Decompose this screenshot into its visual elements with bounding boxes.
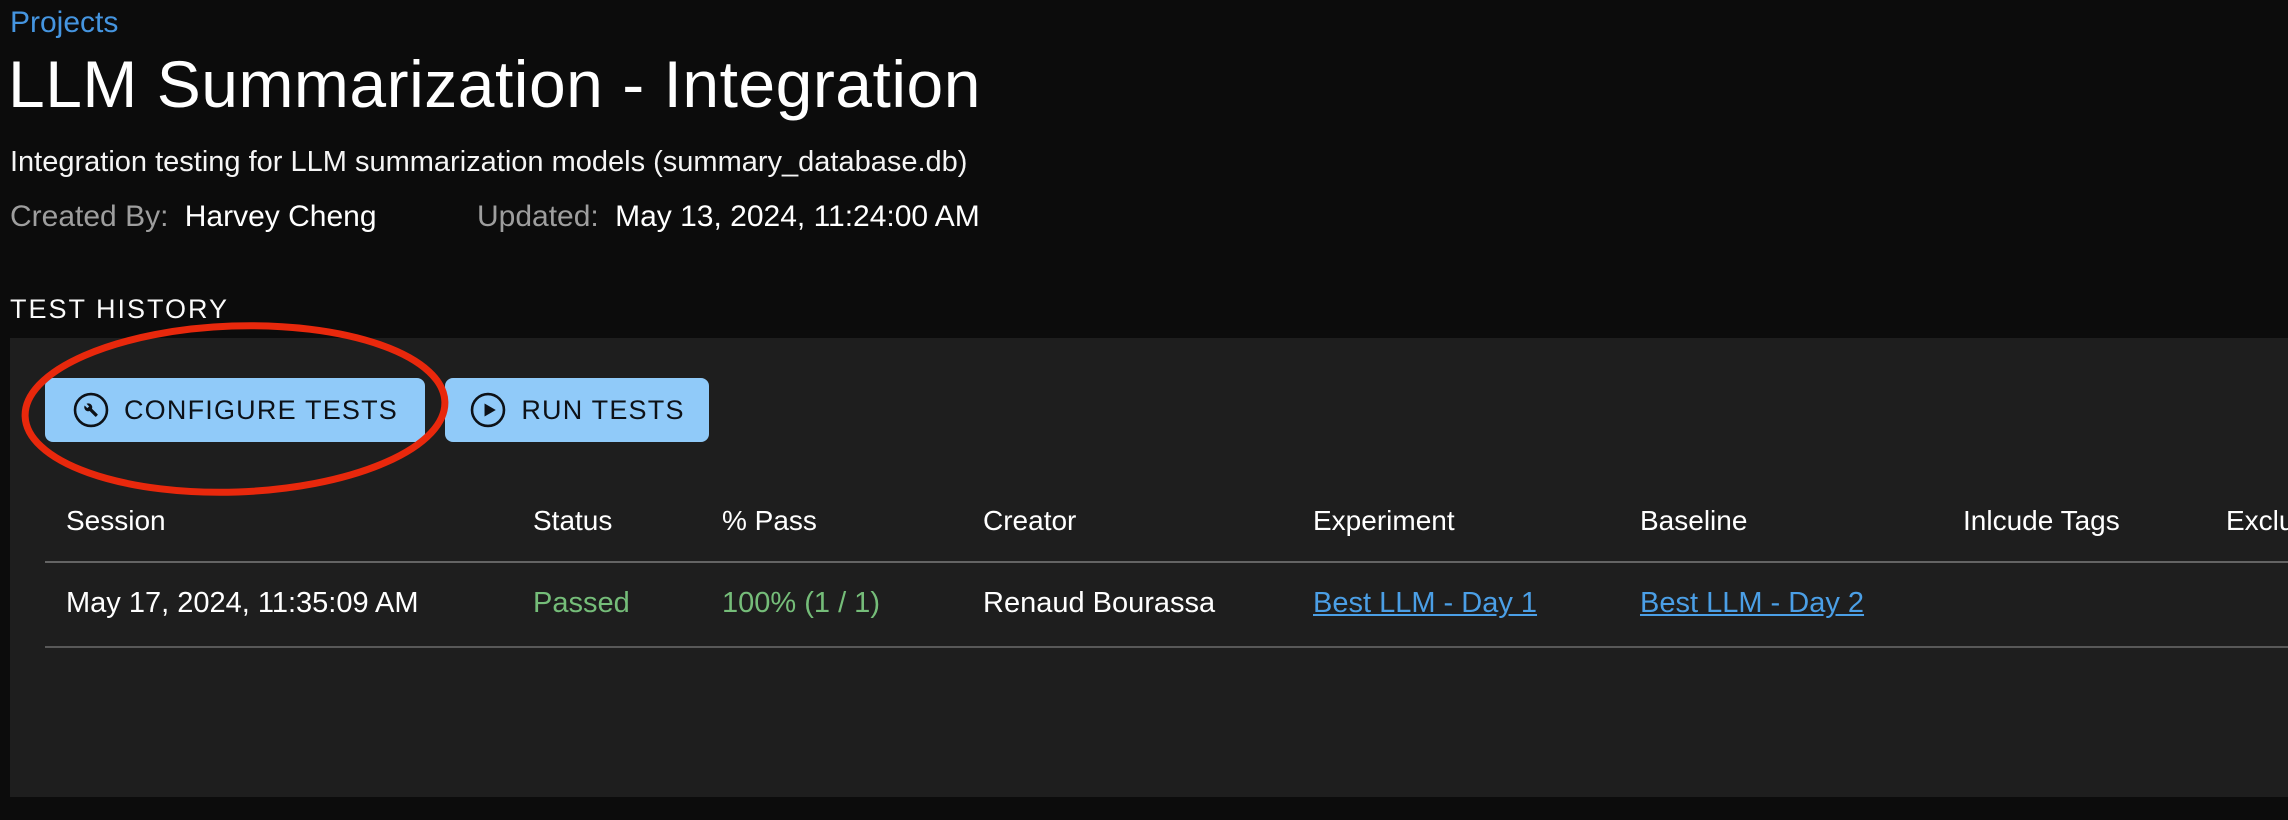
baseline-link[interactable]: Best LLM - Day 2: [1640, 587, 1864, 620]
table-header-row: Session Status % Pass Creator Experiment…: [0, 505, 2288, 545]
col-header-baseline: Baseline: [1640, 505, 1747, 537]
col-header-include-tags: Inlcude Tags: [1963, 505, 2120, 537]
updated-label: Updated:: [477, 200, 599, 233]
cell-session: May 17, 2024, 11:35:09 AM: [66, 587, 419, 620]
run-tests-button[interactable]: RUN TESTS: [445, 378, 709, 442]
col-header-experiment: Experiment: [1313, 505, 1455, 537]
table-row: May 17, 2024, 11:35:09 AM Passed 100% (1…: [0, 587, 2288, 627]
play-circle-icon: [469, 391, 507, 429]
status-badge: Passed: [533, 587, 630, 620]
project-page: Projects LLM Summarization - Integration…: [0, 0, 2288, 820]
cell-creator: Renaud Bourassa: [983, 587, 1215, 620]
configure-tests-label: CONFIGURE TESTS: [124, 395, 398, 426]
created-by-value: Harvey Cheng: [185, 200, 377, 233]
created-by-label: Created By:: [10, 200, 168, 233]
wrench-circle-icon: [72, 391, 110, 429]
run-tests-label: RUN TESTS: [521, 395, 684, 426]
test-history-section-title: TEST HISTORY: [10, 294, 229, 325]
col-header-status: Status: [533, 505, 612, 537]
table-header-divider: [45, 561, 2288, 563]
col-header-session: Session: [66, 505, 166, 537]
col-header-pass-rate: % Pass: [722, 505, 817, 537]
configure-tests-button[interactable]: CONFIGURE TESTS: [45, 378, 425, 442]
updated-at: Updated: May 13, 2024, 11:24:00 AM: [477, 200, 980, 234]
page-description: Integration testing for LLM summarizatio…: [10, 146, 967, 179]
col-header-exclude-tags: Exclude Tags: [2226, 505, 2288, 537]
page-title: LLM Summarization - Integration: [8, 46, 981, 122]
cell-pass-rate: 100% (1 / 1): [722, 587, 880, 620]
experiment-link[interactable]: Best LLM - Day 1: [1313, 587, 1537, 620]
breadcrumb-projects-link[interactable]: Projects: [10, 6, 118, 40]
updated-value: May 13, 2024, 11:24:00 AM: [615, 200, 980, 233]
created-by: Created By: Harvey Cheng: [10, 200, 377, 234]
project-meta: Created By: Harvey Cheng Updated: May 13…: [0, 200, 2288, 236]
table-row-divider: [45, 646, 2288, 648]
col-header-creator: Creator: [983, 505, 1076, 537]
